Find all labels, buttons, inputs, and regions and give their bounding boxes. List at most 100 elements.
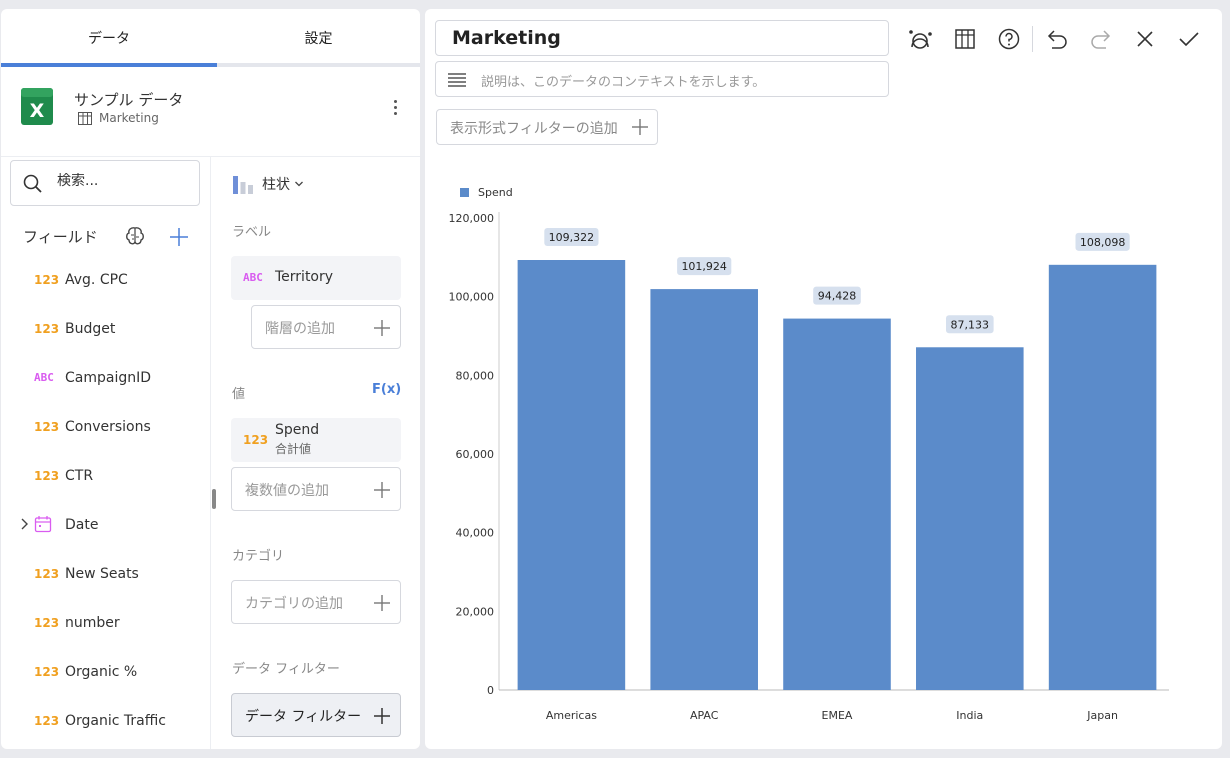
sheet-name: Marketing: [99, 111, 159, 125]
tab-settings[interactable]: 設定: [217, 9, 420, 67]
field-name: Date: [65, 516, 99, 533]
table-view-icon[interactable]: [952, 26, 978, 52]
datasource-name: サンプル データ: [74, 91, 184, 109]
field-item[interactable]: 123 Organic %: [1, 647, 210, 696]
add-data-filter-button[interactable]: データ フィルター: [231, 693, 401, 737]
y-tick-label: 0: [487, 684, 494, 697]
field-item[interactable]: ABC CampaignID: [1, 353, 210, 402]
filter-section-title: データ フィルター: [232, 662, 340, 677]
value-section-title: 値: [232, 387, 246, 402]
undo-icon[interactable]: [1044, 26, 1070, 52]
number-type-icon: 123: [34, 321, 60, 336]
plus-icon: [374, 595, 390, 611]
data-label: 87,133: [951, 318, 990, 331]
number-type-icon: 123: [34, 615, 60, 630]
chevron-right-icon[interactable]: [19, 517, 29, 531]
bar: [916, 347, 1024, 690]
x-tick-label: India: [956, 709, 983, 722]
data-label: 108,098: [1080, 236, 1126, 249]
y-tick-label: 40,000: [456, 527, 495, 540]
visualization-title-input[interactable]: Marketing: [435, 20, 889, 56]
visualization-panel: Marketing 説明は、このデータのコンテキストを示します。 表示形式フィル…: [425, 9, 1222, 749]
label-section-title: ラベル: [232, 225, 272, 240]
chart-type-label: 柱状: [262, 177, 290, 193]
number-type-icon: 123: [34, 419, 60, 434]
field-item[interactable]: 123 number: [1, 598, 210, 647]
description-icon: [448, 73, 466, 87]
chart-type-selector[interactable]: 柱状: [232, 173, 304, 195]
field-name: Organic %: [65, 663, 138, 680]
x-tick-label: APAC: [690, 709, 719, 722]
fields-header: フィールド: [23, 228, 98, 246]
value-aggregation: 合計値: [275, 442, 312, 456]
add-hierarchy-button[interactable]: 階層の追加: [251, 305, 401, 349]
data-label: 101,924: [681, 260, 727, 273]
close-icon[interactable]: [1132, 26, 1158, 52]
legend-swatch: [460, 188, 469, 197]
field-item[interactable]: 123 CTR: [1, 451, 210, 500]
data-panel: データ 設定 X サンプル データ Marketing フィールド 123 Avg…: [1, 9, 420, 749]
field-name: CampaignID: [65, 369, 152, 386]
data-label: 109,322: [549, 231, 595, 244]
add-category-button[interactable]: カテゴリの追加: [231, 580, 401, 624]
field-item[interactable]: 123 Organic Traffic: [1, 696, 210, 745]
redo-icon[interactable]: [1088, 26, 1114, 52]
value-field-name: Spend: [275, 422, 320, 438]
add-visual-filter-button[interactable]: 表示形式フィルターの追加: [436, 109, 658, 145]
field-item[interactable]: 123 Conversions: [1, 402, 210, 451]
panel-tabs: データ 設定: [1, 9, 420, 67]
label-field-pill[interactable]: ABC Territory: [231, 256, 401, 300]
brain-icon[interactable]: [124, 225, 146, 247]
add-data-filter-label: データ フィルター: [245, 709, 362, 725]
visualization-config: 柱状 ラベル ABC Territory 階層の追加 値 F(x) 123 Sp…: [212, 157, 420, 749]
column-chart-icon: [233, 176, 253, 194]
field-name: number: [65, 614, 120, 631]
column-chart: Spend 0 20,000 40,000 60,000 80,000 100,000 120…: [449, 186, 1169, 722]
x-tick-label: Japan: [1086, 709, 1118, 722]
add-values-button[interactable]: 複数値の追加: [231, 467, 401, 511]
field-name: Avg. CPC: [65, 271, 128, 288]
search-icon: [23, 174, 42, 193]
plus-icon: [374, 708, 390, 724]
field-list: 123 Avg. CPC 123 Budget ABC CampaignID 123 C…: [1, 255, 210, 745]
bar: [783, 318, 891, 690]
svg-text:X: X: [30, 100, 45, 122]
search-input[interactable]: [57, 173, 187, 189]
confirm-check-icon[interactable]: [1176, 26, 1202, 52]
active-tab-indicator: [1, 63, 217, 67]
add-category-label: カテゴリの追加: [245, 596, 343, 612]
data-label: 94,428: [818, 290, 857, 303]
calendar-icon: [34, 516, 52, 533]
number-type-icon: 123: [34, 468, 60, 483]
add-visual-filter-label: 表示形式フィルターの追加: [450, 121, 618, 137]
help-icon[interactable]: [996, 26, 1022, 52]
field-search: [10, 160, 200, 206]
tab-data[interactable]: データ: [1, 9, 217, 67]
add-values-label: 複数値の追加: [245, 483, 329, 499]
value-field-pill[interactable]: 123 Spend 合計値: [231, 418, 401, 462]
plus-icon: [374, 320, 390, 336]
formula-button[interactable]: F(x): [372, 382, 401, 397]
description-input[interactable]: 説明は、このデータのコンテキストを示します。: [435, 61, 889, 97]
field-name: Organic Traffic: [65, 712, 166, 729]
more-options-icon[interactable]: [385, 95, 405, 119]
bar: [650, 289, 758, 690]
text-type-icon: ABC: [243, 271, 263, 284]
legend-label: Spend: [478, 186, 513, 199]
datasource-header: X サンプル データ Marketing: [1, 71, 420, 157]
datasource-sheet: Marketing: [78, 111, 159, 125]
bar: [517, 260, 626, 690]
field-item-date[interactable]: Date: [1, 500, 210, 549]
chevron-down-icon: [295, 181, 303, 187]
field-item[interactable]: 123 New Seats: [1, 549, 210, 598]
add-field-icon[interactable]: [169, 227, 189, 247]
field-item[interactable]: 123 Avg. CPC: [1, 255, 210, 304]
toolbar-divider: [1032, 26, 1033, 52]
field-item[interactable]: 123 Budget: [1, 304, 210, 353]
category-section-title: カテゴリ: [232, 549, 285, 564]
field-name: New Seats: [65, 565, 139, 582]
plus-icon: [632, 119, 648, 135]
theme-icon[interactable]: [907, 26, 933, 52]
field-name: Budget: [65, 320, 116, 337]
table-icon: [78, 111, 92, 125]
